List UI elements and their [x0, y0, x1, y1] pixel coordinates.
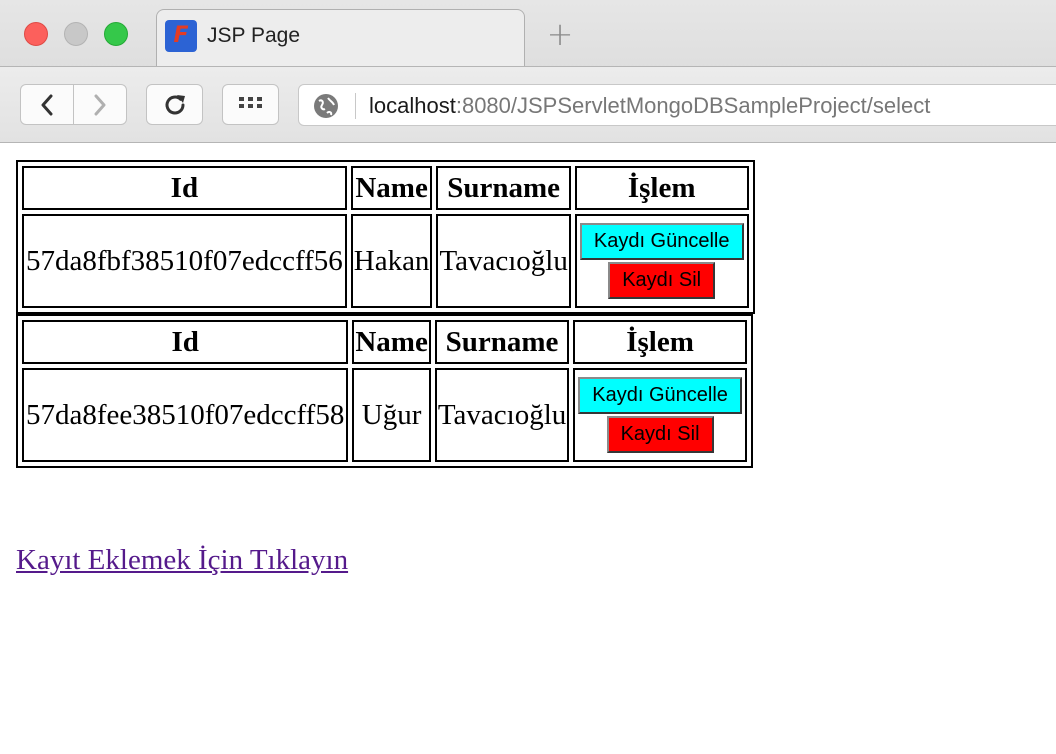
delete-record-button[interactable]: Kaydı Sil: [608, 262, 716, 299]
table-row: 57da8fbf38510f07edccff56 Hakan Tavacıoğl…: [22, 214, 749, 308]
new-tab-button[interactable]: +: [544, 18, 576, 50]
navigation-toolbar: localhost:8080/JSPServletMongoDBSamplePr…: [0, 66, 1056, 142]
grid-icon: [238, 96, 262, 108]
globe-icon: [314, 94, 338, 118]
header-name: Name: [350, 166, 433, 210]
reload-button[interactable]: [146, 84, 203, 125]
tab-strip: F JSP Page +: [0, 0, 1056, 66]
record-surname: Tavacıoğlu: [434, 368, 570, 462]
url-host: localhost: [369, 93, 456, 118]
record-surname: Tavacıoğlu: [436, 214, 571, 308]
header-id: Id: [22, 320, 349, 364]
record-table: Id Name Surname İşlem 57da8fee38510f07ed…: [16, 314, 753, 468]
tab-title: JSP Page: [207, 24, 301, 47]
header-action: İşlem: [574, 166, 749, 210]
table-header-row: Id Name Surname İşlem: [22, 166, 749, 210]
update-record-button[interactable]: Kaydı Güncelle: [578, 377, 742, 414]
chevron-left-icon: [41, 94, 53, 115]
record-name: Hakan: [350, 214, 433, 308]
update-record-button[interactable]: Kaydı Güncelle: [579, 223, 744, 260]
record-actions: Kaydı Güncelle Kaydı Sil: [574, 214, 749, 308]
address-bar[interactable]: localhost:8080/JSPServletMongoDBSamplePr…: [298, 84, 1056, 126]
reload-icon: [165, 94, 185, 114]
header-action: İşlem: [573, 320, 747, 364]
header-id: Id: [22, 166, 347, 210]
page-content: Id Name Surname İşlem 57da8fbf38510f07ed…: [16, 160, 755, 468]
back-button[interactable]: [20, 84, 74, 125]
header-surname: Surname: [434, 320, 570, 364]
header-surname: Surname: [436, 166, 571, 210]
address-separator: [355, 93, 356, 119]
maximize-window-button[interactable]: [104, 22, 128, 46]
record-actions: Kaydı Güncelle Kaydı Sil: [573, 368, 747, 462]
record-name: Uğur: [352, 368, 431, 462]
browser-chrome: F JSP Page + localhost:8080/JSPServletMo…: [0, 0, 1056, 143]
record-id: 57da8fee38510f07edccff58: [22, 368, 349, 462]
minimize-window-button[interactable]: [64, 22, 88, 46]
record-id: 57da8fbf38510f07edccff56: [22, 214, 347, 308]
close-window-button[interactable]: [24, 22, 48, 46]
chevron-right-icon: [94, 94, 106, 115]
table-header-row: Id Name Surname İşlem: [22, 320, 747, 364]
url-path: :8080/JSPServletMongoDBSampleProject/sel…: [455, 93, 931, 118]
header-name: Name: [352, 320, 431, 364]
tab-jsp-page[interactable]: F JSP Page: [156, 9, 525, 66]
record-table: Id Name Surname İşlem 57da8fbf38510f07ed…: [16, 160, 755, 314]
table-row: 57da8fee38510f07edccff58 Uğur Tavacıoğlu…: [22, 368, 747, 462]
url-text: localhost:8080/JSPServletMongoDBSamplePr…: [369, 93, 930, 119]
delete-record-button[interactable]: Kaydı Sil: [606, 416, 714, 453]
add-record-link[interactable]: Kayıt Eklemek İçin Tıklayın: [16, 544, 348, 577]
jsp-favicon-icon: F: [165, 20, 197, 52]
forward-button[interactable]: [73, 84, 127, 125]
apps-button[interactable]: [222, 84, 279, 125]
